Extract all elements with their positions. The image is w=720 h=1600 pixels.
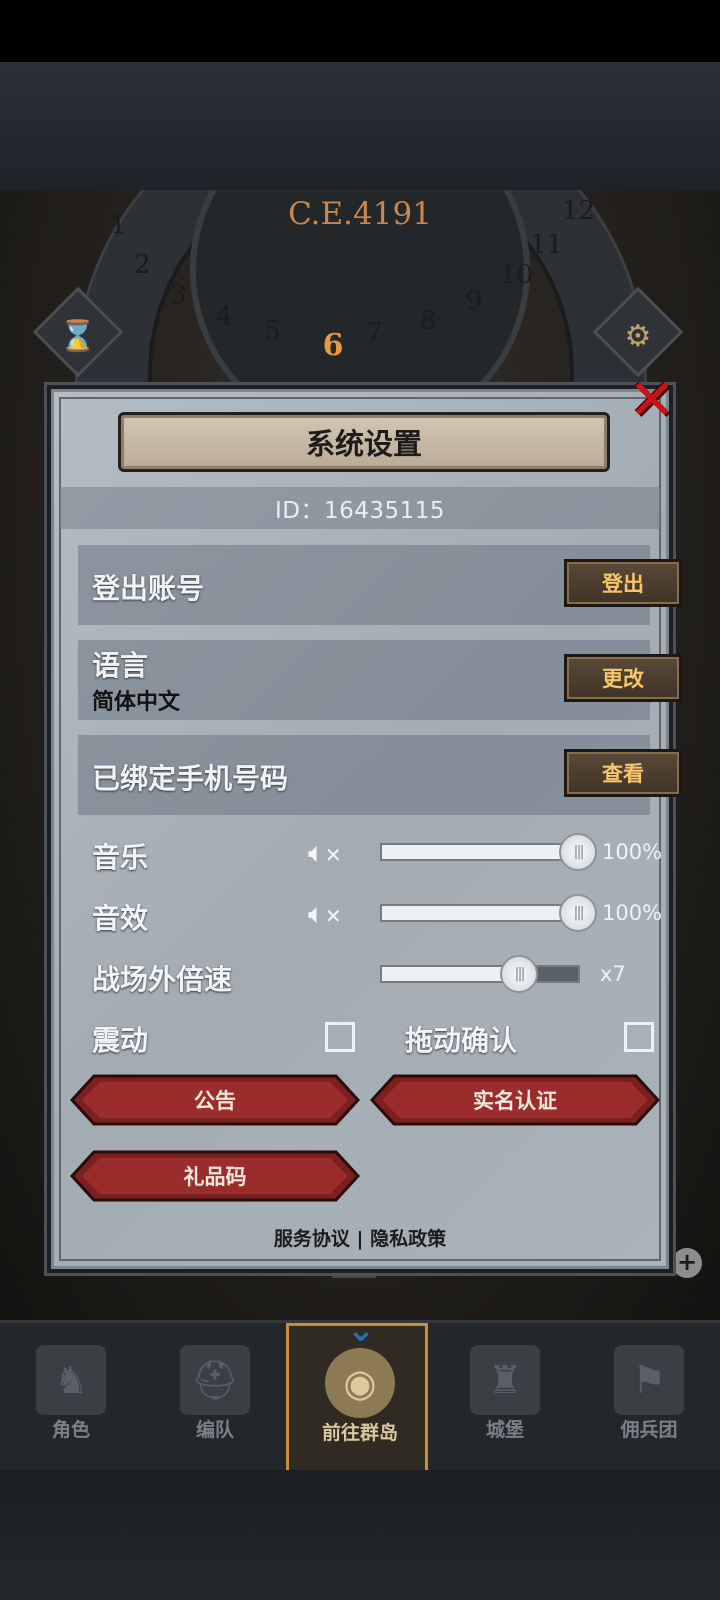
notice-button-label: 公告 [194, 1089, 236, 1113]
vibration-label: 震动 [92, 1024, 149, 1057]
status-bar [0, 0, 720, 62]
music-percent: 100% [602, 840, 663, 864]
terms-link[interactable]: 服务协议 [274, 1228, 350, 1250]
month-8: 8 [420, 306, 437, 336]
globe-icon: ◉ [325, 1348, 395, 1418]
view-phone-button-label: 查看 [602, 762, 644, 786]
giftcode-button-label: 礼品码 [183, 1165, 247, 1189]
title-plaque: 系统设置 [118, 412, 610, 472]
sfx-slider-fill [382, 906, 578, 920]
player-id-band: ID：16435115 [60, 487, 660, 529]
change-language-button-label: 更改 [602, 667, 644, 691]
month-4: 4 [216, 302, 233, 332]
speed-slider-fill [382, 967, 519, 981]
castle-icon: ♜ [470, 1345, 540, 1415]
sfx-slider-knob[interactable]: ||| [559, 894, 597, 932]
drag-confirm-label: 拖动确认 [405, 1024, 518, 1057]
month-10: 10 [500, 260, 534, 290]
logout-button[interactable]: 登出 [564, 559, 682, 607]
giftcode-button[interactable]: 礼品码 [70, 1150, 360, 1202]
sfx-percent: 100% [602, 901, 663, 925]
realname-button-label: 实名认证 [473, 1089, 557, 1113]
nav-item-label: 编队 [195, 1419, 234, 1441]
language-label: 语言 [92, 649, 149, 682]
vibration-checkbox[interactable] [325, 1022, 355, 1052]
knight-icon: ♞ [36, 1345, 106, 1415]
legal-links: 服务协议 | 隐私政策 [0, 1224, 720, 1251]
privacy-link[interactable]: 隐私政策 [370, 1228, 446, 1250]
language-row: 语言 简体中文 更改 [78, 640, 682, 720]
month-5: 5 [264, 316, 281, 346]
nav-item-label: 佣兵团 [620, 1419, 678, 1441]
month-7: 7 [366, 318, 383, 348]
nav-item-label: 城堡 [485, 1419, 524, 1441]
music-label: 音乐 [92, 841, 149, 874]
nav-item-team[interactable]: ⛑ 编队 [144, 1323, 286, 1473]
realname-button[interactable]: 实名认证 [370, 1074, 660, 1126]
language-value: 简体中文 [92, 690, 181, 715]
music-slider[interactable]: ||| [380, 833, 597, 871]
speed-value: x7 [600, 962, 626, 986]
nav-item-label: 前往群岛 [321, 1422, 398, 1444]
gear-icon: ⚙ [624, 318, 652, 354]
nav-item-castle[interactable]: ♜ 城堡 [434, 1323, 576, 1473]
music-slider-knob[interactable]: ||| [559, 833, 597, 871]
player-id: ID：16435115 [274, 498, 446, 524]
phone-row: 已绑定手机号码 查看 [78, 735, 682, 815]
helmet-icon: ⛑ [180, 1345, 250, 1415]
nav-item-label: 角色 [51, 1419, 90, 1441]
month-1: 1 [110, 210, 127, 240]
nav-item-character[interactable]: ♞ 角色 [0, 1323, 142, 1473]
bottom-band [0, 1470, 720, 1600]
speed-slider[interactable]: ||| [380, 955, 580, 993]
music-slider-fill [382, 845, 578, 859]
month-11: 11 [530, 230, 564, 260]
month-9: 9 [466, 286, 483, 316]
logout-row: 登出账号 登出 [78, 545, 682, 625]
sfx-slider[interactable]: ||| [380, 894, 597, 932]
sfx-mute-icon[interactable]: 🔈︎✕ [308, 894, 352, 934]
drag-confirm-checkbox[interactable] [624, 1022, 654, 1052]
links-separator: | [356, 1228, 364, 1250]
header-band [0, 62, 720, 190]
era-label: C.E.4191 [288, 196, 432, 232]
view-phone-button[interactable]: 查看 [564, 749, 682, 797]
hourglass-icon: ⌛ [59, 318, 97, 354]
month-3: 3 [170, 280, 187, 310]
change-language-button[interactable]: 更改 [564, 654, 682, 702]
phone-label: 已绑定手机号码 [92, 762, 289, 795]
panel-title: 系统设置 [305, 427, 422, 461]
banner-icon: ⚑ [614, 1345, 684, 1415]
logout-button-label: 登出 [602, 572, 644, 596]
speed-slider-knob[interactable]: ||| [500, 955, 538, 993]
current-month: 6 [322, 328, 344, 363]
logout-label: 登出账号 [92, 572, 205, 605]
sfx-label: 音效 [92, 902, 149, 935]
notice-button[interactable]: 公告 [70, 1074, 360, 1126]
month-2: 2 [134, 250, 151, 280]
speed-label: 战场外倍速 [92, 963, 233, 996]
chevron-down-icon: ⌄ [346, 1310, 376, 1350]
close-icon[interactable]: ✕ [627, 373, 677, 430]
month-12: 12 [562, 196, 596, 226]
music-mute-icon[interactable]: 🔈︎✕ [308, 833, 352, 873]
add-coins-button[interactable]: + [672, 1248, 702, 1278]
nav-item-mercenary[interactable]: ⚑ 佣兵团 [578, 1323, 720, 1473]
